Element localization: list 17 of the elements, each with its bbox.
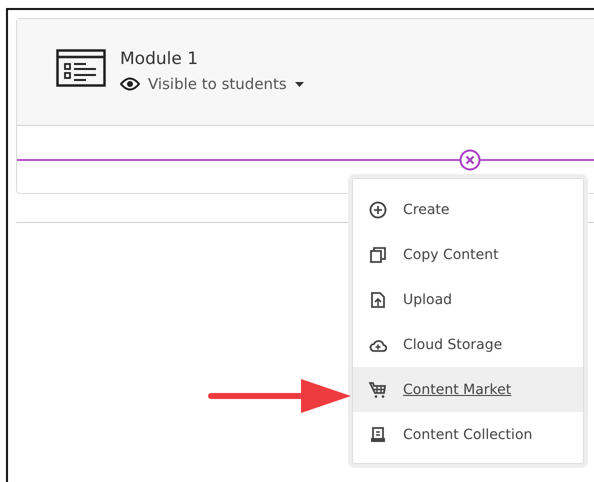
close-icon[interactable] bbox=[459, 149, 481, 171]
caret-icon bbox=[294, 82, 304, 86]
collection-icon bbox=[369, 426, 387, 444]
menu-item[interactable]: Content Collection bbox=[353, 412, 583, 457]
module-title: Module 1 bbox=[120, 49, 200, 69]
menu-item[interactable]: Content Market bbox=[353, 367, 583, 412]
market-icon bbox=[369, 380, 387, 398]
upload-icon bbox=[369, 290, 387, 308]
copy-icon bbox=[369, 246, 387, 264]
menu-item[interactable]: Create bbox=[353, 187, 583, 232]
document-list-icon bbox=[56, 49, 106, 87]
eye-icon bbox=[120, 77, 140, 91]
visibility-dropdown[interactable]: Visible to students bbox=[120, 75, 304, 93]
menu-item[interactable]: Upload bbox=[353, 277, 583, 322]
menu-item[interactable]: Copy Content bbox=[353, 232, 583, 277]
create-icon bbox=[369, 200, 387, 218]
menu-item[interactable]: Cloud Storage bbox=[353, 322, 583, 367]
